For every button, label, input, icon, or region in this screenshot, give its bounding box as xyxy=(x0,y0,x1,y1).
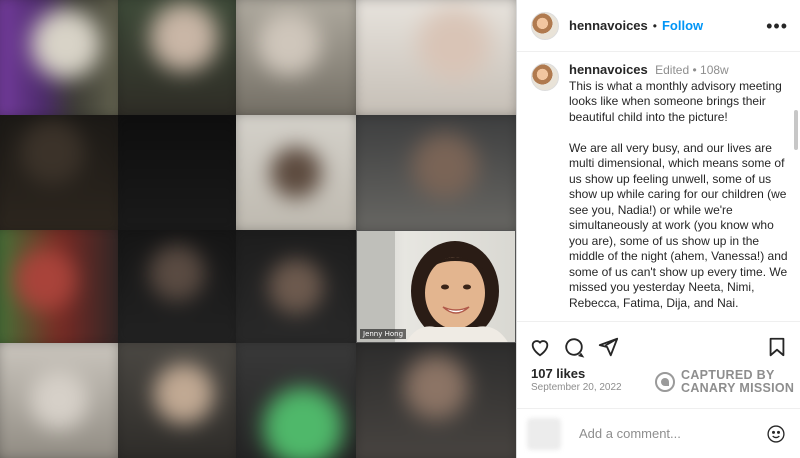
share-icon[interactable] xyxy=(597,336,619,358)
post-age[interactable]: 108w xyxy=(700,63,729,77)
more-options-icon[interactable]: ••• xyxy=(766,17,788,35)
post-username[interactable]: hennavoices xyxy=(569,18,648,33)
watermark: CAPTURED BY CANARY MISSION xyxy=(655,369,794,395)
participant-tile xyxy=(118,115,236,230)
separator-dot: • xyxy=(652,18,657,33)
speaker-portrait xyxy=(357,231,508,342)
follow-button[interactable]: Follow xyxy=(662,18,703,33)
participant-tile xyxy=(236,343,356,458)
participant-name-label: Jenny Hong xyxy=(360,329,407,339)
likes-count[interactable]: 107 likes xyxy=(531,366,585,381)
post-media[interactable]: Jenny Hong xyxy=(0,0,516,458)
active-speaker-tile: Jenny Hong xyxy=(356,230,516,343)
participant-tile xyxy=(356,343,516,458)
action-bar xyxy=(529,333,788,361)
participant-tile xyxy=(0,343,118,458)
bookmark-icon[interactable] xyxy=(766,336,788,358)
caption-text: This is what a monthly advisory meeting … xyxy=(569,78,788,310)
post-side-panel: hennavoices • Follow ••• hennavoices Edi… xyxy=(516,0,800,458)
participant-tile xyxy=(0,115,118,230)
participant-tile xyxy=(0,0,118,115)
participant-tile xyxy=(118,0,236,115)
separator-dot: • xyxy=(692,63,697,77)
participant-tile xyxy=(356,0,516,115)
edited-label: Edited xyxy=(655,63,690,77)
heart-icon[interactable] xyxy=(529,336,551,358)
avatar[interactable] xyxy=(531,63,559,91)
commenter-avatar xyxy=(527,417,561,450)
participant-tile xyxy=(356,115,516,230)
caption-area[interactable]: hennavoices Edited • 108w This is what a… xyxy=(517,52,800,322)
comment-icon[interactable] xyxy=(563,336,585,358)
post-header: hennavoices • Follow ••• xyxy=(517,0,800,52)
participant-tile xyxy=(0,230,118,343)
comment-box xyxy=(517,408,800,458)
comment-input[interactable] xyxy=(579,426,766,441)
participant-tile xyxy=(118,230,236,343)
scrollbar[interactable] xyxy=(794,110,798,150)
participant-tile xyxy=(236,230,356,343)
emoji-icon[interactable] xyxy=(766,424,786,444)
participant-tile xyxy=(236,115,356,230)
watermark-line-2: CANARY MISSION xyxy=(681,381,795,395)
avatar[interactable] xyxy=(531,11,559,40)
participant-tile xyxy=(236,0,356,115)
participant-tile xyxy=(118,343,236,458)
canary-logo-icon xyxy=(655,372,675,392)
caption-username[interactable]: hennavoices xyxy=(569,62,648,77)
post-date: September 20, 2022 xyxy=(531,382,622,393)
